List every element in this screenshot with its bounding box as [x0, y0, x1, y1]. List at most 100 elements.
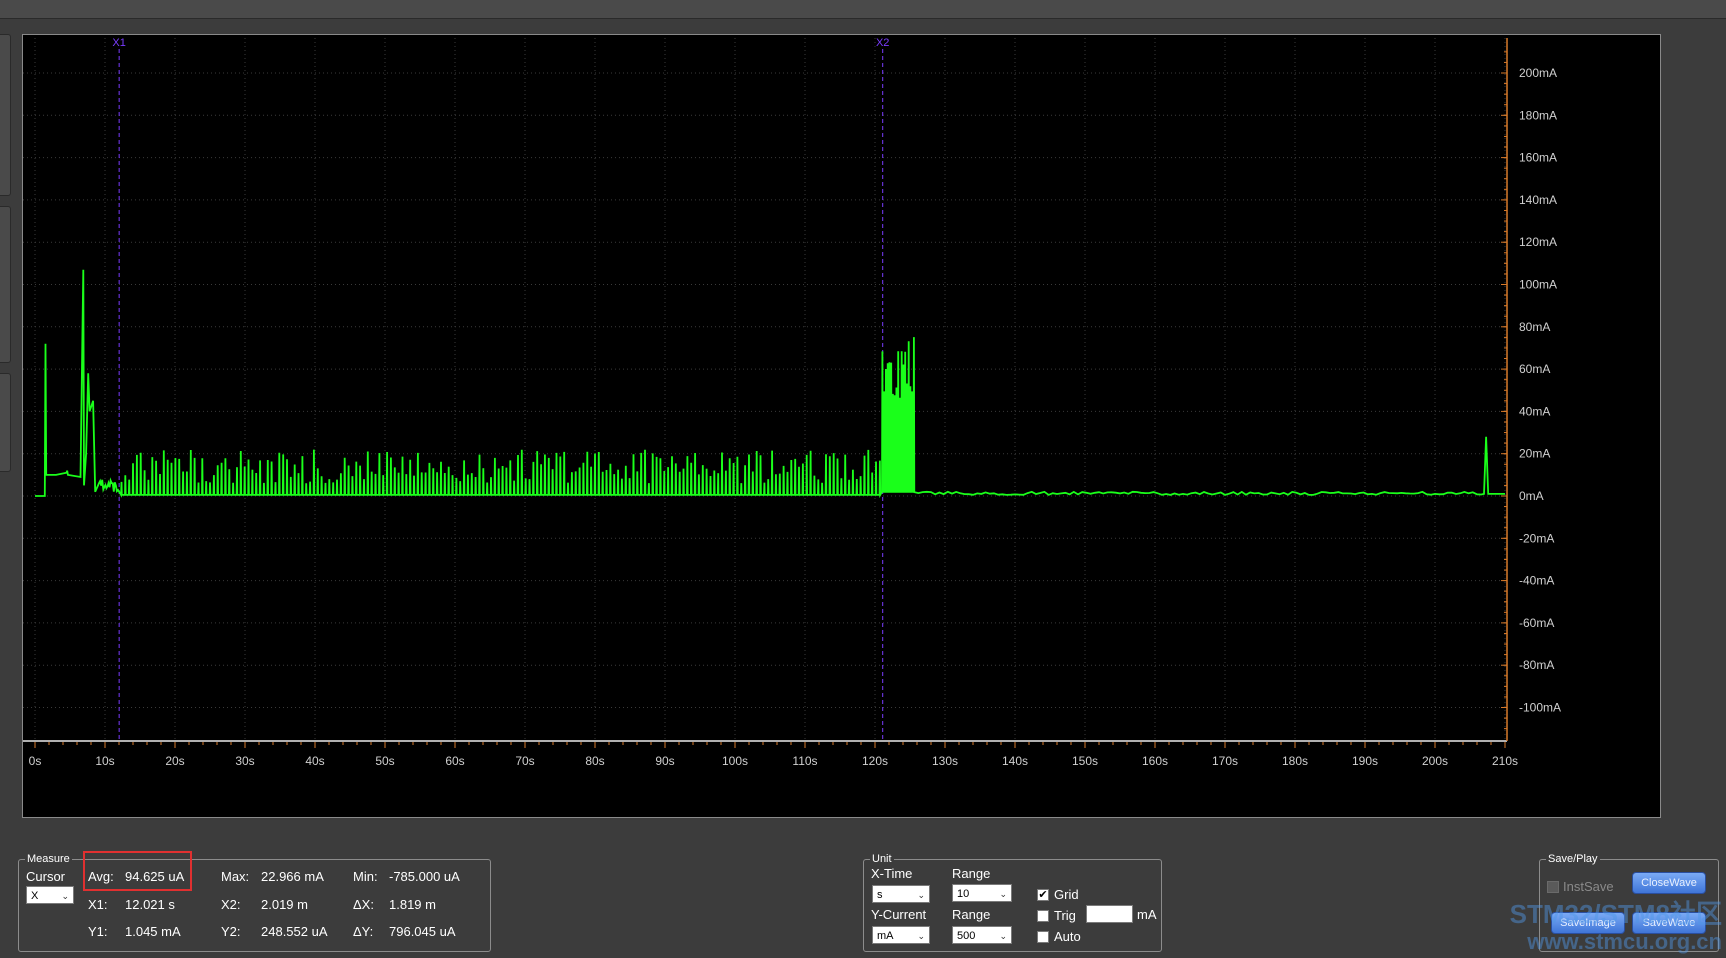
cursor-x2-label: X2 — [876, 37, 889, 49]
instsave-checkbox[interactable] — [1547, 881, 1559, 893]
closewave-button[interactable]: CloseWave — [1632, 872, 1706, 894]
yrange-label: Range — [952, 907, 991, 922]
yrange-select[interactable]: 500 ⌄ — [952, 926, 1012, 944]
side-panel-tab-1[interactable] — [0, 34, 11, 196]
x-tick-label: 20s — [165, 754, 184, 768]
y2-value: 248.552 uA — [261, 924, 328, 939]
dx-label: ΔX: — [353, 897, 374, 912]
x-tick-label: 150s — [1072, 754, 1098, 768]
chevron-down-icon: ⌄ — [917, 931, 925, 941]
y-tick-label: 60mA — [1519, 362, 1550, 376]
trig-checkbox[interactable] — [1037, 910, 1049, 922]
x-tick-label: 10s — [95, 754, 114, 768]
xtime-select[interactable]: s ⌄ — [872, 885, 930, 903]
x-tick-label: 80s — [585, 754, 604, 768]
min-value: -785.000 uA — [389, 869, 460, 884]
oscilloscope-plot[interactable]: 0s 10s 20s 30s 40s 50s 60s 70s 80s 90s 100s 110s 120… — [22, 34, 1661, 818]
yrange-select-value: 500 — [957, 930, 976, 942]
x-tick-label: 120s — [862, 754, 888, 768]
x-tick-label: 0s — [29, 754, 42, 768]
x-tick-label: 30s — [235, 754, 254, 768]
y-tick-label: 180mA — [1519, 108, 1557, 122]
ycurrent-select[interactable]: mA ⌄ — [872, 926, 930, 944]
cursor-label: Cursor — [26, 869, 66, 884]
side-panel-tab-2[interactable] — [0, 206, 11, 363]
cursor-select[interactable]: X ⌄ — [26, 886, 74, 904]
ycurrent-label: Y-Current — [871, 907, 927, 922]
dx-value: 1.819 m — [389, 897, 436, 912]
trig-unit-label: mA — [1137, 907, 1157, 922]
y-tick-label: -60mA — [1519, 616, 1554, 630]
measure-title: Measure — [25, 852, 72, 866]
x-tick-label: 50s — [375, 754, 394, 768]
x-tick-label: 100s — [722, 754, 748, 768]
xtime-select-value: s — [877, 889, 883, 901]
chevron-down-icon: ⌄ — [999, 931, 1007, 941]
watermark: STM32/STM8社区 www.stmcu.org.cn — [1492, 900, 1722, 956]
x1-label: X1: — [88, 897, 108, 912]
y-tick-label: 160mA — [1519, 151, 1557, 165]
x-tick-label: 110s — [792, 754, 817, 768]
xtime-label: X-Time — [871, 866, 913, 881]
auto-label: Auto — [1054, 929, 1081, 944]
current-trace — [35, 269, 1505, 499]
trig-label: Trig — [1054, 908, 1076, 923]
y-tick-label: -40mA — [1519, 574, 1554, 588]
x-tick-label: 180s — [1282, 754, 1308, 768]
ycurrent-select-value: mA — [877, 930, 894, 942]
x-tick-label: 190s — [1352, 754, 1378, 768]
y1-value: 1.045 mA — [125, 924, 181, 939]
cursor-x1-label: X1 — [112, 37, 125, 49]
y-tick-label: 20mA — [1519, 447, 1550, 461]
y1-label: Y1: — [88, 924, 108, 939]
chevron-down-icon: ⌄ — [61, 891, 69, 901]
xrange-select[interactable]: 10 ⌄ — [952, 884, 1012, 902]
max-label: Max: — [221, 869, 250, 884]
y-tick-label: 200mA — [1519, 66, 1557, 80]
x-tick-label: 210s — [1492, 754, 1518, 768]
waveform-canvas[interactable]: 0s 10s 20s 30s 40s 50s 60s 70s 80s 90s 100s 110s 120… — [23, 35, 1660, 817]
x2-label: X2: — [221, 897, 241, 912]
x-tick-label: 90s — [655, 754, 674, 768]
title-bar — [0, 0, 1726, 19]
x-tick-label: 140s — [1002, 754, 1028, 768]
y-tick-label: -80mA — [1519, 658, 1554, 672]
xrange-label: Range — [952, 866, 991, 881]
watermark-line2: www.stmcu.org.cn — [1527, 929, 1722, 954]
y-tick-label: 0mA — [1519, 489, 1544, 503]
min-label: Min: — [353, 869, 378, 884]
unit-title: Unit — [870, 852, 894, 866]
side-panel-tab-3[interactable] — [0, 373, 11, 472]
x1-value: 12.021 s — [125, 897, 175, 912]
avg-highlight-box — [83, 851, 192, 891]
unit-panel: Unit X-Time s ⌄ Range 10 ⌄ Y-Current mA … — [863, 852, 1162, 952]
y-tick-label: -20mA — [1519, 531, 1554, 545]
saveplay-title: Save/Play — [1546, 852, 1600, 866]
watermark-line1: STM32/STM8社区 — [1509, 899, 1722, 929]
max-value: 22.966 mA — [261, 869, 324, 884]
y-tick-label: 120mA — [1519, 235, 1557, 249]
grid-label: Grid — [1054, 887, 1079, 902]
trig-level-input[interactable] — [1086, 905, 1133, 923]
x2-value: 2.019 m — [261, 897, 308, 912]
grid-checkbox[interactable]: ✔ — [1037, 889, 1049, 901]
dy-label: ΔY: — [353, 924, 374, 939]
x-tick-label: 70s — [515, 754, 534, 768]
x-tick-label: 160s — [1142, 754, 1168, 768]
dy-value: 796.045 uA — [389, 924, 456, 939]
y2-label: Y2: — [221, 924, 241, 939]
x-tick-label: 130s — [932, 754, 958, 768]
y-tick-label: 140mA — [1519, 193, 1557, 207]
x-tick-label: 200s — [1422, 754, 1448, 768]
xrange-select-value: 10 — [957, 888, 970, 900]
y-tick-label: -100mA — [1519, 701, 1561, 715]
auto-checkbox[interactable] — [1037, 931, 1049, 943]
y-tick-label: 80mA — [1519, 320, 1550, 334]
instsave-label: InstSave — [1563, 879, 1614, 894]
y-tick-label: 100mA — [1519, 278, 1557, 292]
cursor-select-value: X — [31, 890, 39, 902]
x-tick-label: 60s — [445, 754, 464, 768]
chevron-down-icon: ⌄ — [917, 890, 925, 900]
y-tick-label: 40mA — [1519, 404, 1550, 418]
x-tick-label: 170s — [1212, 754, 1238, 768]
